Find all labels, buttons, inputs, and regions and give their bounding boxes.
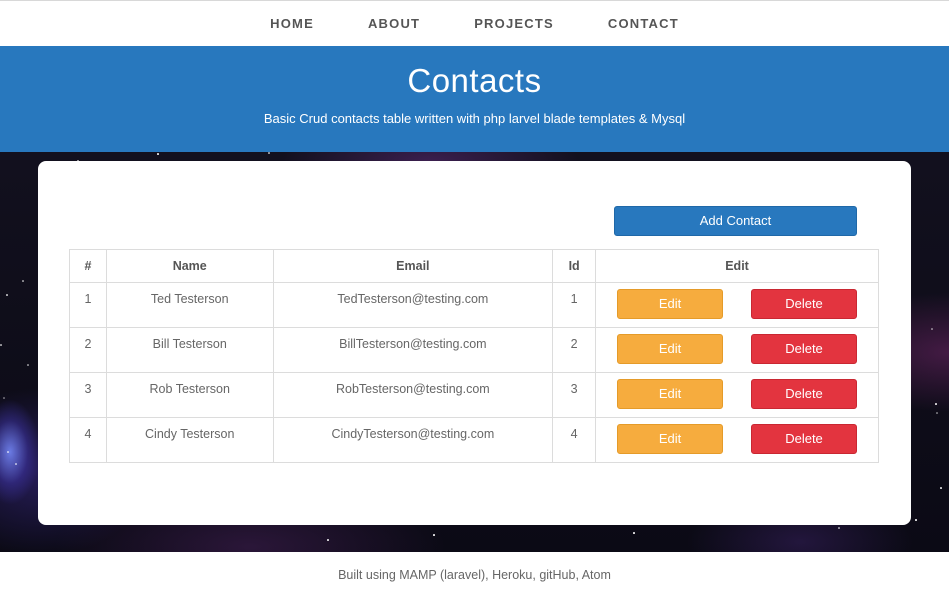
header-name: Name [105,249,274,283]
nav-home[interactable]: HOME [270,16,314,31]
star [838,527,840,529]
table-row: 4 Cindy Testerson CindyTesterson@testing… [69,417,879,463]
footer: Built using MAMP (laravel), Heroku, gitH… [0,552,949,614]
row-email: RobTesterson@testing.com [272,372,554,418]
contacts-table: # Name Email Id Edit 1 Ted Testerson Ted… [69,249,879,463]
star [3,397,5,399]
delete-button[interactable]: Delete [751,424,857,454]
edit-button[interactable]: Edit [617,334,724,364]
row-id: 2 [552,327,597,373]
star [0,344,2,346]
row-email: TedTesterson@testing.com [272,282,554,328]
add-contact-button[interactable]: Add Contact [614,206,857,236]
star [15,463,17,465]
hero-banner: Contacts Basic Crud contacts table writt… [0,46,949,152]
row-number: 3 [69,372,107,418]
row-id: 1 [552,282,597,328]
row-name: Bill Testerson [105,327,274,373]
row-number: 2 [69,327,107,373]
star [327,539,329,541]
star [433,534,435,536]
star [7,451,9,453]
row-name: Ted Testerson [105,282,274,328]
edit-button[interactable]: Edit [617,424,724,454]
row-email: CindyTesterson@testing.com [272,417,554,463]
header-email: Email [272,249,554,283]
star [27,364,29,366]
star [931,328,933,330]
row-number: 1 [69,282,107,328]
row-actions: Edit Delete [595,372,879,418]
header-number: # [69,249,107,283]
row-actions: Edit Delete [595,282,879,328]
table-header-row: # Name Email Id Edit [69,249,879,283]
star [633,532,635,534]
table-row: 2 Bill Testerson BillTesterson@testing.c… [69,327,879,373]
nav-projects[interactable]: PROJECTS [474,16,554,31]
star [915,519,917,521]
nav-contact[interactable]: CONTACT [608,16,679,31]
delete-button[interactable]: Delete [751,379,857,409]
star [6,294,8,296]
table-row: 1 Ted Testerson TedTesterson@testing.com… [69,282,879,328]
row-number: 4 [69,417,107,463]
header-id: Id [552,249,597,283]
header-edit: Edit [595,249,879,283]
row-actions: Edit Delete [595,417,879,463]
footer-text: Built using MAMP (laravel), Heroku, gitH… [338,568,611,582]
star [935,403,937,405]
delete-button[interactable]: Delete [751,334,857,364]
page-subtitle: Basic Crud contacts table written with p… [263,111,686,126]
row-email: BillTesterson@testing.com [272,327,554,373]
row-id: 3 [552,372,597,418]
star [22,280,24,282]
row-name: Cindy Testerson [105,417,274,463]
star [940,487,942,489]
row-actions: Edit Delete [595,327,879,373]
page-title: Contacts [407,62,542,99]
edit-button[interactable]: Edit [617,379,724,409]
star [268,152,270,154]
row-id: 4 [552,417,597,463]
edit-button[interactable]: Edit [617,289,724,319]
delete-button[interactable]: Delete [751,289,857,319]
table-row: 3 Rob Testerson RobTesterson@testing.com… [69,372,879,418]
row-name: Rob Testerson [105,372,274,418]
star [936,412,938,414]
star [157,153,159,155]
nav-about[interactable]: ABOUT [368,16,420,31]
top-nav: HOME ABOUT PROJECTS CONTACT [0,0,949,46]
contacts-card: Add Contact # Name Email Id Edit 1 Ted T… [38,161,911,525]
